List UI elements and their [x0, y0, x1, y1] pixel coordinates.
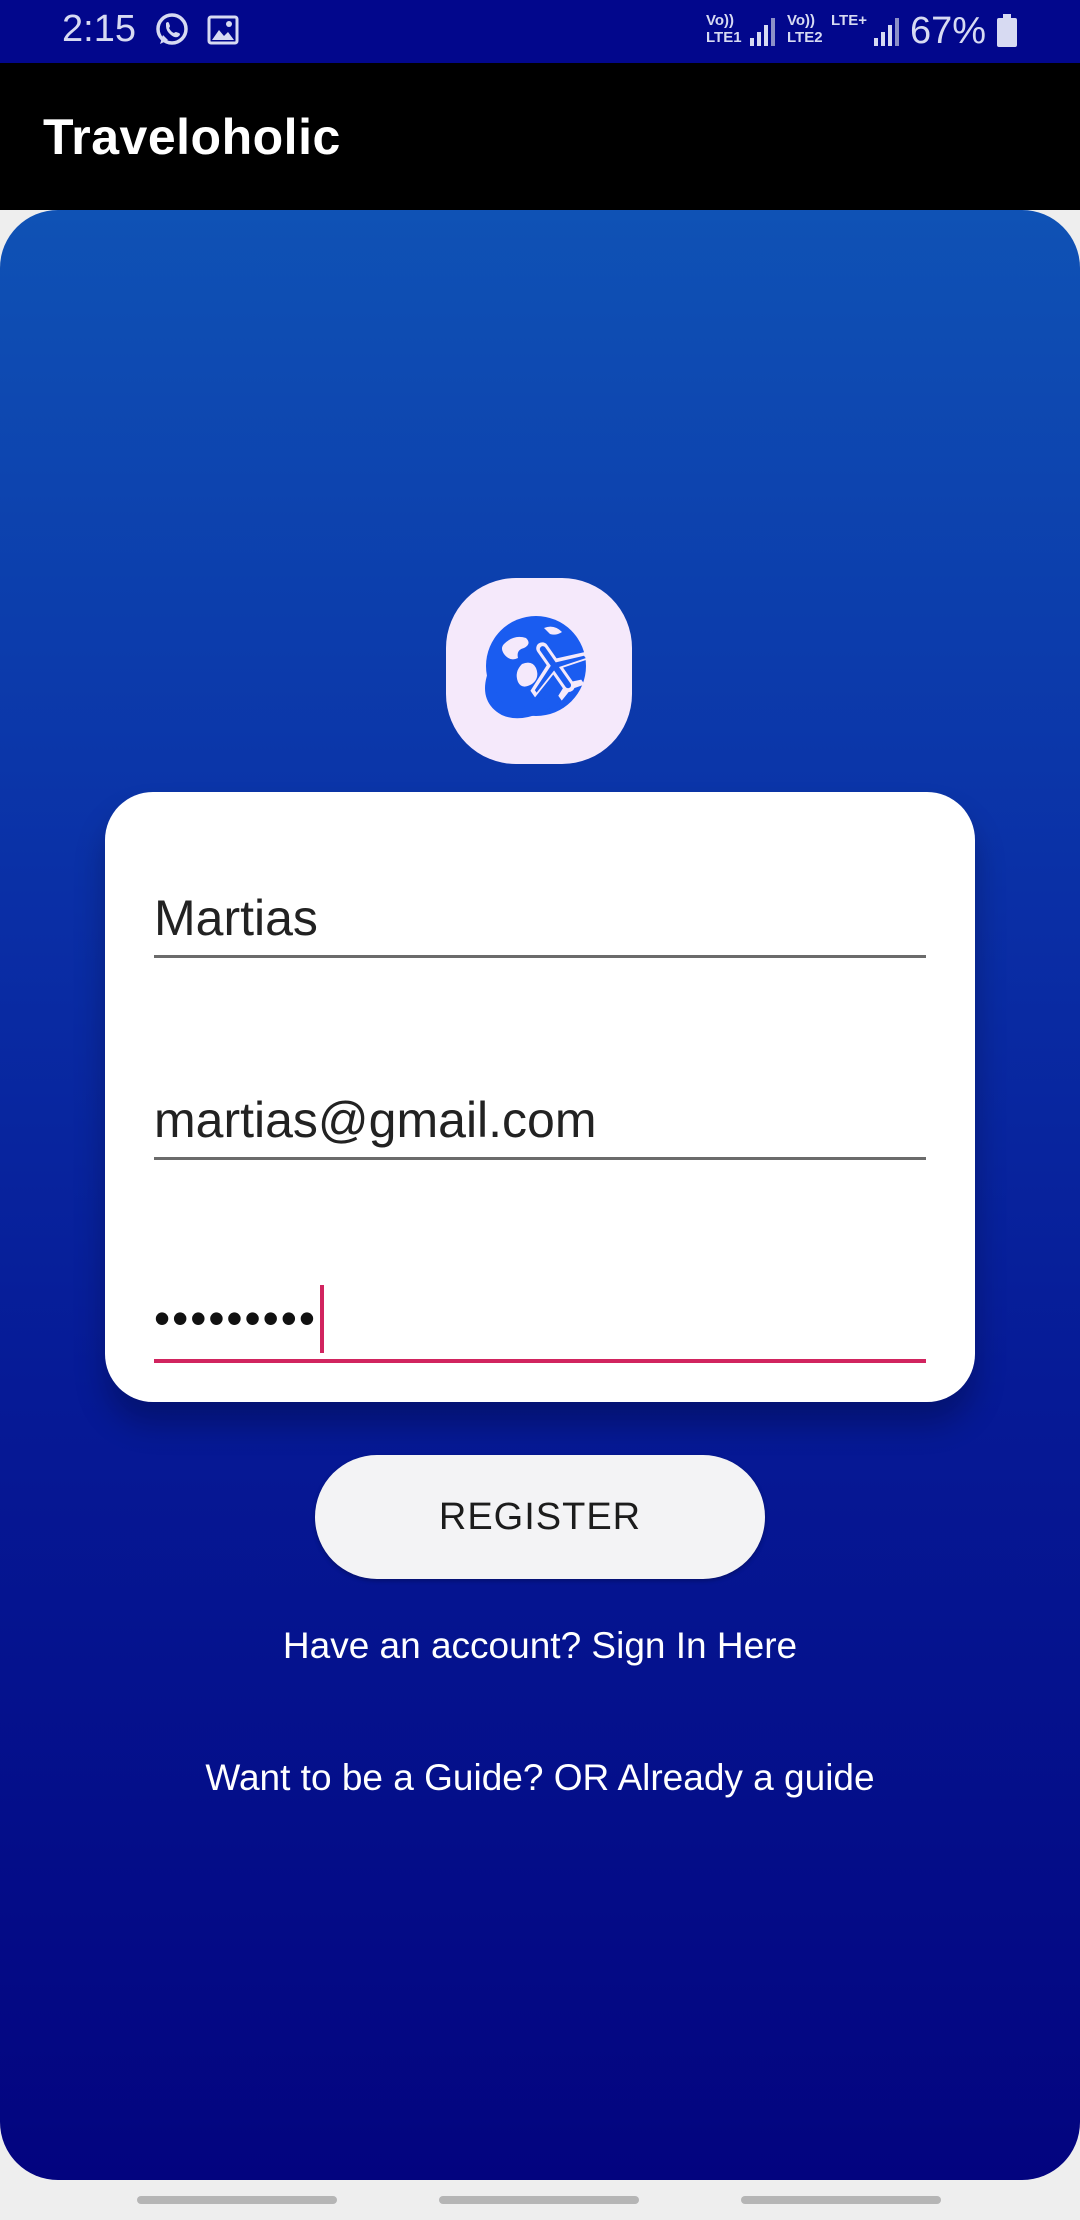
signal-icon	[872, 14, 900, 53]
app-title: Traveloholic	[43, 109, 341, 165]
nav-bar-home-pill[interactable]	[439, 2196, 639, 2204]
status-bar: 2:15 Vo)) LTE1 Vo)) LTE2 LTE+ 67%	[0, 0, 1080, 63]
sim1-volte-label: Vo))	[706, 12, 735, 29]
password-field[interactable]: •••••••••	[154, 1269, 926, 1363]
name-field[interactable]	[154, 865, 926, 958]
nav-bar-left-pill[interactable]	[137, 2196, 337, 2204]
signin-link[interactable]: Have an account? Sign In Here	[0, 1625, 1080, 1667]
status-time: 2:15	[62, 8, 136, 50]
whatsapp-icon	[154, 12, 190, 53]
text-cursor	[320, 1285, 324, 1353]
registration-form-card: •••••••••	[105, 792, 975, 1402]
battery-percent: 67%	[909, 10, 986, 52]
guide-link[interactable]: Want to be a Guide? OR Already a guide	[0, 1757, 1080, 1799]
app-logo	[446, 578, 632, 764]
email-input[interactable]	[154, 1091, 926, 1149]
name-input[interactable]	[154, 889, 926, 947]
app-bar: Traveloholic	[0, 63, 1080, 210]
email-field[interactable]	[154, 1067, 926, 1160]
sim2-network-label: LTE+	[831, 12, 867, 29]
battery-icon	[996, 14, 1018, 53]
nav-bar-right-pill[interactable]	[741, 2196, 941, 2204]
signal-icon	[748, 14, 776, 53]
register-button[interactable]: REGISTER	[315, 1455, 765, 1579]
sim1-lte-label: LTE1	[706, 29, 742, 46]
sim2-volte-label: Vo))	[787, 12, 816, 29]
password-input[interactable]: •••••••••	[154, 1291, 317, 1345]
gallery-icon	[207, 14, 239, 51]
globe-airplane-icon	[474, 606, 604, 741]
sim2-lte-label: LTE2	[787, 29, 823, 46]
